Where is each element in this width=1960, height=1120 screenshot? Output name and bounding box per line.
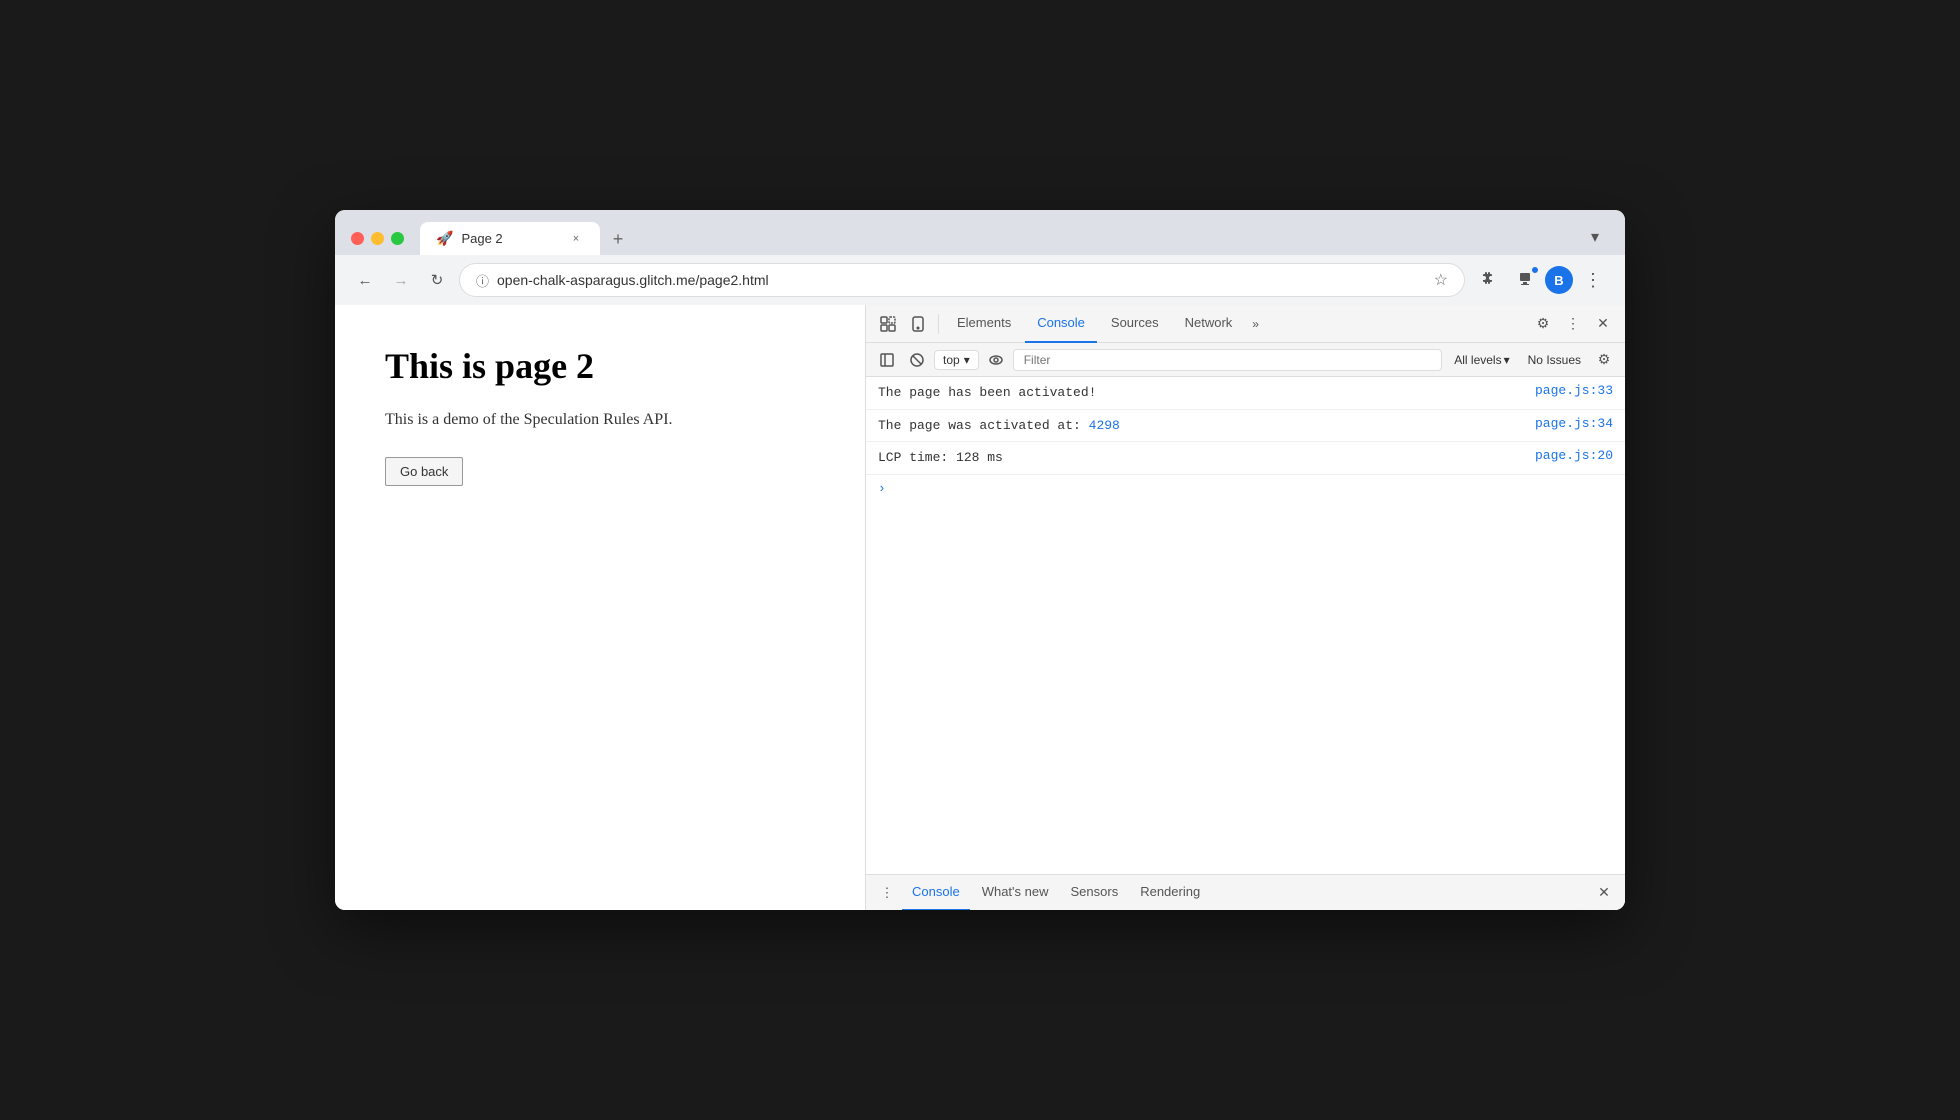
close-window-button[interactable] xyxy=(351,232,364,245)
profile-button[interactable]: B xyxy=(1545,266,1573,294)
bottom-tab-sensors[interactable]: Sensors xyxy=(1061,875,1129,911)
console-toolbar: top ▾ All levels ▾ No Issues ⚙ xyxy=(866,343,1625,377)
console-filter-input[interactable] xyxy=(1013,349,1443,371)
log-text-2-before: The page was activated at: xyxy=(878,418,1089,433)
console-settings-button[interactable]: ⚙ xyxy=(1591,347,1617,373)
tab-close-button[interactable]: × xyxy=(568,231,584,247)
devtools-close-button[interactable]: ✕ xyxy=(1589,310,1617,338)
notification-dot xyxy=(1531,266,1539,274)
console-context-selector[interactable]: top ▾ xyxy=(934,350,979,370)
levels-dropdown-icon: ▾ xyxy=(1504,353,1510,367)
log-text-3: LCP time: 128 ms xyxy=(878,448,1527,468)
devtools-separator xyxy=(938,314,939,334)
log-expand-chevron[interactable]: › xyxy=(866,475,1625,502)
tab-title: Page 2 xyxy=(461,231,560,246)
address-security-icon: ⓘ xyxy=(476,271,489,290)
log-text-1: The page has been activated! xyxy=(878,383,1527,403)
page-description: This is a demo of the Speculation Rules … xyxy=(385,411,815,429)
devtools-topbar: Elements Console Sources Network » ⚙ ⋮ ✕ xyxy=(866,305,1625,343)
toolbar-actions: B ⋮ xyxy=(1473,264,1609,296)
console-log-area: The page has been activated! page.js:33 … xyxy=(866,377,1625,874)
back-button[interactable]: ← xyxy=(351,266,379,294)
levels-label: All levels xyxy=(1454,353,1501,367)
address-bar: ← → ↻ ⓘ open-chalk-asparagus.glitch.me/p… xyxy=(335,255,1625,305)
bottom-bar-menu-button[interactable]: ⋮ xyxy=(874,880,900,906)
context-dropdown-icon: ▾ xyxy=(964,353,970,367)
log-entry-3: LCP time: 128 ms page.js:20 xyxy=(866,442,1625,475)
log-text-2: The page was activated at: 4298 xyxy=(878,416,1527,436)
address-text: open-chalk-asparagus.glitch.me/page2.htm… xyxy=(497,272,1426,288)
console-clear-button[interactable] xyxy=(904,347,930,373)
context-label: top xyxy=(943,353,960,367)
log-entry-1: The page has been activated! page.js:33 xyxy=(866,377,1625,410)
devtools-tab-elements[interactable]: Elements xyxy=(945,305,1023,343)
active-tab[interactable]: 🚀 Page 2 × xyxy=(420,222,600,255)
tab-favicon-icon: 🚀 xyxy=(436,230,453,247)
log-link-3[interactable]: page.js:20 xyxy=(1535,448,1613,463)
devtools-device-button[interactable] xyxy=(904,310,932,338)
tab-dropdown-button[interactable]: ▾ xyxy=(1581,223,1609,251)
minimize-window-button[interactable] xyxy=(371,232,384,245)
devtools-more-options-button[interactable]: ⋮ xyxy=(1559,310,1587,338)
bottom-tab-console[interactable]: Console xyxy=(902,875,970,911)
new-tab-button[interactable]: + xyxy=(604,225,632,253)
log-number-2: 4298 xyxy=(1089,418,1120,433)
devtools-tab-console[interactable]: Console xyxy=(1025,305,1097,343)
extensions-button[interactable] xyxy=(1473,264,1505,296)
devtools-tab-network[interactable]: Network xyxy=(1173,305,1245,343)
forward-button[interactable]: → xyxy=(387,266,415,294)
main-area: This is page 2 This is a demo of the Spe… xyxy=(335,305,1625,910)
browser-window: 🚀 Page 2 × + ▾ ← → ↻ ⓘ open-chalk-aspara… xyxy=(335,210,1625,910)
console-levels-selector[interactable]: All levels ▾ xyxy=(1446,351,1517,369)
maximize-window-button[interactable] xyxy=(391,232,404,245)
traffic-lights xyxy=(351,232,404,245)
no-issues-badge: No Issues xyxy=(1522,353,1587,367)
reload-button[interactable]: ↻ xyxy=(423,266,451,294)
devtools-more-tabs-button[interactable]: » xyxy=(1246,317,1265,331)
tabs-row: 🚀 Page 2 × + ▾ xyxy=(420,222,1609,255)
bottom-tab-whats-new[interactable]: What's new xyxy=(972,875,1059,911)
bookmark-icon[interactable]: ☆ xyxy=(1434,270,1448,290)
title-bar: 🚀 Page 2 × + ▾ xyxy=(335,210,1625,255)
log-link-1[interactable]: page.js:33 xyxy=(1535,383,1613,398)
devtools-panel: Elements Console Sources Network » ⚙ ⋮ ✕ xyxy=(865,305,1625,910)
go-back-button[interactable]: Go back xyxy=(385,457,463,486)
console-sidebar-toggle[interactable] xyxy=(874,347,900,373)
devtools-bottombar: ⋮ Console What's new Sensors Rendering ✕ xyxy=(866,874,1625,910)
console-eye-button[interactable] xyxy=(983,347,1009,373)
devtools-tab-sources[interactable]: Sources xyxy=(1099,305,1171,343)
page-heading: This is page 2 xyxy=(385,345,815,387)
page-content: This is page 2 This is a demo of the Spe… xyxy=(335,305,865,910)
devtools-inspect-button[interactable] xyxy=(874,310,902,338)
devtools-settings-button[interactable]: ⚙ xyxy=(1529,310,1557,338)
devtools-notif-button[interactable] xyxy=(1509,264,1541,296)
log-entry-2: The page was activated at: 4298 page.js:… xyxy=(866,410,1625,443)
bottom-tab-rendering[interactable]: Rendering xyxy=(1130,875,1210,911)
log-link-2[interactable]: page.js:34 xyxy=(1535,416,1613,431)
address-bar-input-wrap[interactable]: ⓘ open-chalk-asparagus.glitch.me/page2.h… xyxy=(459,263,1465,297)
menu-button[interactable]: ⋮ xyxy=(1577,264,1609,296)
devtools-bottom-close-button[interactable]: ✕ xyxy=(1591,880,1617,906)
